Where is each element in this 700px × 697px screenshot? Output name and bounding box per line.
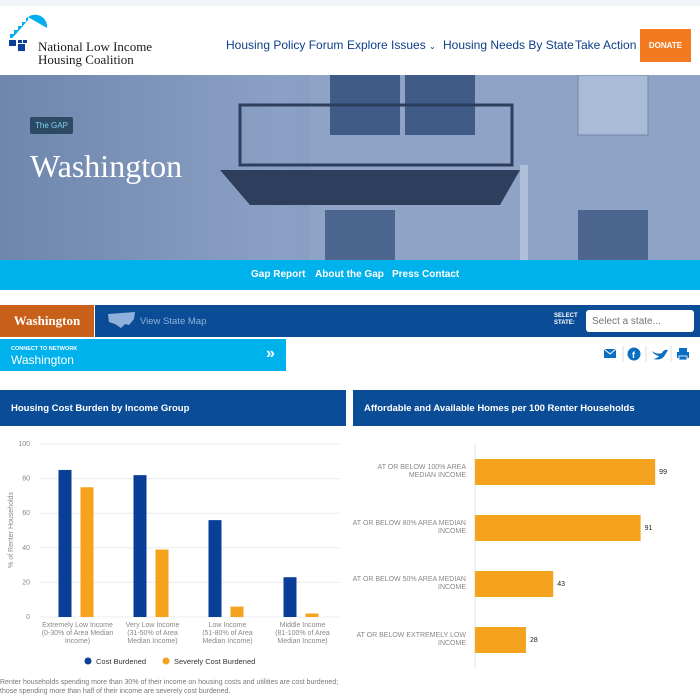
print-icon[interactable] xyxy=(677,348,689,361)
chevron-down-icon: ⌄ xyxy=(429,42,436,51)
x-tick-label: Middle Income xyxy=(280,622,326,629)
x-tick-label: Median Income) xyxy=(202,638,252,645)
state-bar: View State Map SELECT STATE: xyxy=(95,305,700,337)
affordable-homes-chart: 99 AT OR BELOW 100% AREAMEDIAN INCOME 91 AT… xyxy=(353,444,667,668)
legend-marker xyxy=(84,657,92,665)
bar xyxy=(475,571,554,597)
donate-button[interactable]: DONATE xyxy=(640,29,691,62)
org-name-line2: Housing Coalition xyxy=(38,52,134,67)
connect-to-network-button[interactable]: CONNECT TO NETWORK Washington » xyxy=(0,339,286,371)
y-tick-label: AT OR BELOW 100% AREA xyxy=(378,464,467,471)
y-tick-label: 0 xyxy=(26,614,30,621)
x-tick-label: Median Income) xyxy=(277,638,327,645)
x-tick-label: (0-30% of Area Median xyxy=(42,630,114,637)
subnav-press-contact[interactable]: Press Contact xyxy=(392,269,459,280)
data-label: 28 xyxy=(530,637,538,644)
chart2-title: Affordable and Available Homes per 100 R… xyxy=(353,390,700,426)
y-tick-label: AT OR BELOW EXTREMELY LOW xyxy=(356,632,466,639)
twitter-icon[interactable] xyxy=(652,349,668,360)
y-tick-label: AT OR BELOW 80% AREA MEDIAN xyxy=(353,520,466,527)
connect-label: CONNECT TO NETWORK xyxy=(11,346,78,352)
org-name[interactable]: National Low Income Housing Coalition xyxy=(38,40,152,66)
view-state-map-link[interactable]: View State Map xyxy=(140,316,206,327)
bar xyxy=(475,627,526,653)
bar-cost-burdened xyxy=(208,520,222,617)
data-label: 91 xyxy=(645,525,653,532)
facebook-icon[interactable]: f xyxy=(627,347,641,361)
x-tick-label: (31-50% of Area xyxy=(127,630,178,637)
bar-severely-cost-burdened xyxy=(155,549,169,617)
y-tick-label: 60 xyxy=(22,510,30,517)
bar-severely-cost-burdened xyxy=(230,606,244,617)
us-map-icon[interactable] xyxy=(107,311,137,331)
bar-cost-burdened xyxy=(58,469,72,617)
bar-cost-burdened xyxy=(283,577,297,617)
y-axis-label: % of Renter Households xyxy=(8,492,15,568)
nav-housing-policy-forum[interactable]: Housing Policy Forum xyxy=(226,38,343,52)
subnav-gap-report[interactable]: Gap Report xyxy=(251,269,305,280)
gap-badge: The GAP xyxy=(30,117,73,134)
select-label-line2: STATE: xyxy=(554,320,575,326)
x-tick-label: Median Income) xyxy=(127,638,177,645)
y-tick-label: 80 xyxy=(22,476,30,483)
data-label: 99 xyxy=(659,469,667,476)
email-icon[interactable] xyxy=(603,348,617,358)
legend-label: Cost Burdened xyxy=(96,657,146,666)
select-state-label: SELECT STATE: xyxy=(554,313,578,327)
x-tick-label: Very Low Income xyxy=(126,622,180,629)
x-tick-label: (81-100% of Area xyxy=(275,630,330,637)
share-icons: f xyxy=(603,346,689,362)
nav-take-action[interactable]: Take Action xyxy=(575,38,636,52)
double-chevron-right-icon: » xyxy=(266,345,275,362)
select-label-line1: SELECT xyxy=(554,313,578,319)
y-tick-label: INCOME xyxy=(438,584,466,591)
legend-label: Severely Cost Burdened xyxy=(174,657,255,666)
current-state: Washington xyxy=(0,305,94,337)
y-tick-label: 40 xyxy=(22,545,30,552)
connect-state: Washington xyxy=(11,353,74,367)
chart1-title: Housing Cost Burden by Income Group xyxy=(0,390,346,426)
x-tick-label: Low Income xyxy=(209,622,247,629)
state-select-input[interactable] xyxy=(586,310,694,332)
page-title: Washington xyxy=(30,148,183,184)
bar-cost-burdened xyxy=(133,475,147,617)
legend-marker xyxy=(162,657,170,665)
bar xyxy=(475,459,656,485)
data-label: 43 xyxy=(557,581,565,588)
y-tick-label: INCOME xyxy=(438,528,466,535)
sub-nav: Gap Report About the Gap Press Contact xyxy=(0,260,700,290)
nav-explore-issues-label: Explore Issues xyxy=(347,38,426,52)
y-tick-label: 20 xyxy=(22,579,30,586)
cost-burden-chart: 0 20 40 60 80 100 % of Renter Households Extrem… xyxy=(8,441,340,666)
bar xyxy=(475,515,641,541)
y-tick-label: AT OR BELOW 50% AREA MEDIAN xyxy=(353,576,466,583)
y-tick-label: INCOME xyxy=(438,640,466,647)
subnav-about-the-gap[interactable]: About the Gap xyxy=(315,269,384,280)
x-tick-label: Income) xyxy=(65,638,90,645)
x-tick-label: Extremely Low Income xyxy=(42,622,113,629)
bar-severely-cost-burdened xyxy=(80,487,94,617)
bar-severely-cost-burdened xyxy=(305,613,319,617)
y-tick-label: MEDIAN INCOME xyxy=(409,472,467,479)
x-tick-label: (51-80% of Area xyxy=(202,630,253,637)
nav-housing-needs-by-state[interactable]: Housing Needs By State xyxy=(443,38,574,52)
chart1-note: Renter households spending more than 30%… xyxy=(0,679,339,695)
nav-explore-issues[interactable]: Explore Issues ⌄ xyxy=(347,38,436,52)
y-tick-label: 100 xyxy=(18,441,30,448)
